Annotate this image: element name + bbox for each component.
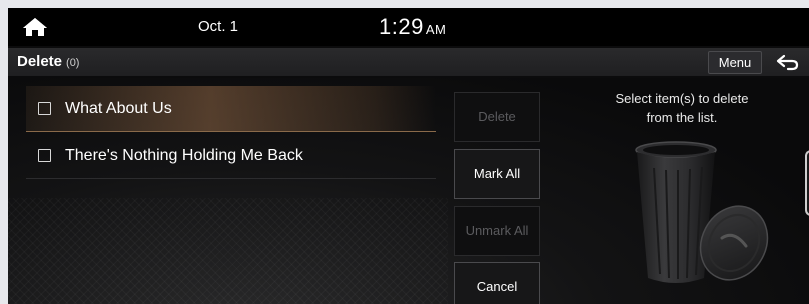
back-icon[interactable] xyxy=(776,53,800,71)
hint-line-2: from the list. xyxy=(646,110,718,125)
background-texture xyxy=(8,198,448,304)
checkbox[interactable] xyxy=(38,102,51,115)
delete-button[interactable]: Delete xyxy=(454,92,540,142)
menu-button[interactable]: Menu xyxy=(708,51,762,74)
delete-hint: Select item(s) to delete from the list. xyxy=(583,89,781,127)
side-handle[interactable] xyxy=(805,150,809,216)
status-clock: 1:29 AM xyxy=(379,14,446,40)
clock-time: 1:29 xyxy=(379,14,424,39)
content-area: What About Us There's Nothing Holding Me… xyxy=(8,78,809,304)
list-item-label: What About Us xyxy=(65,99,172,117)
title-bar: Delete (0) Menu xyxy=(8,48,809,76)
page-title: Delete (0) xyxy=(17,53,79,70)
status-date: Oct. 1 xyxy=(198,18,239,35)
list-item-label: There's Nothing Holding Me Back xyxy=(65,146,303,164)
unmark-all-button[interactable]: Unmark All xyxy=(454,206,540,256)
clock-ampm: AM xyxy=(425,22,447,37)
trash-can-icon xyxy=(635,141,769,283)
list-item[interactable]: What About Us xyxy=(26,86,436,132)
hint-line-1: Select item(s) to delete xyxy=(615,91,749,106)
page-title-text: Delete xyxy=(17,53,63,70)
mark-all-button[interactable]: Mark All xyxy=(454,149,540,199)
status-bar: Oct. 1 1:29 AM xyxy=(8,8,809,46)
home-icon[interactable] xyxy=(22,17,48,37)
screen: Oct. 1 1:29 AM Delete (0) Menu What About … xyxy=(8,8,809,304)
selected-count: (0) xyxy=(66,57,80,69)
checkbox[interactable] xyxy=(38,149,51,162)
cancel-button[interactable]: Cancel xyxy=(454,262,540,304)
list-item[interactable]: There's Nothing Holding Me Back xyxy=(26,133,436,179)
